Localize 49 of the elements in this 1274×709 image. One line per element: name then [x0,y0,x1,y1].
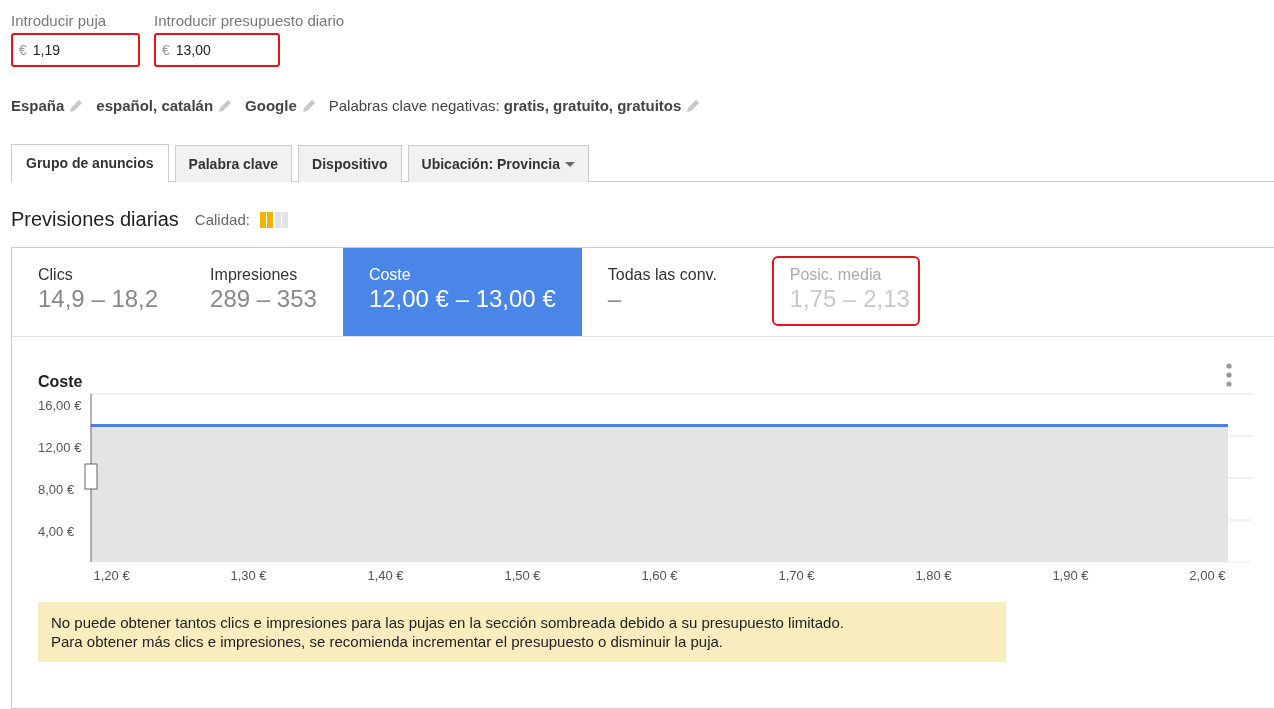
setting-text: español, catalán [96,97,214,114]
notice-text: No puede obtener tantos clics e impresiones para las pujas en la sección sombreada debido a su presupuesto limitado. [51,613,845,632]
metric-label: Clics [38,266,74,284]
field-label: Introducir presupuesto diario [154,12,345,29]
notice-text: Para obtener más clics e impresiones, se recomienda incrementar el presupuesto o disminuir la puja. [51,632,724,651]
y-tick-label: 16,00 € [38,398,82,413]
pencil-icon[interactable] [68,97,85,114]
metric-label: Posic. media [789,266,883,284]
x-tick-label: 1,50 € [504,568,541,583]
setting-text: Palabras clave negativas: gratis, gratuito, gratuitos [328,97,682,114]
metric-value: 289 – 353 [210,284,317,314]
tab[interactable]: Grupo de anuncios [11,144,169,182]
x-tick-label: 1,90 € [1052,568,1089,583]
x-tick-label: 1,30 € [230,568,267,583]
metric-value: 12,00 € – 13,00 € [368,284,556,314]
metric-label: Todas las conv. [607,266,718,284]
tab[interactable]: Dispositivo [298,145,402,182]
input-field[interactable]: € 13,00 [154,33,280,67]
metric-tab[interactable]: Coste 12,00 € – 13,00 € [342,248,582,336]
metric-tab[interactable]: Impresiones 289 – 353 [184,248,343,336]
pencil-icon[interactable] [217,97,234,114]
tab[interactable]: Ubicación: Provincia [407,145,590,182]
field-label: Introducir puja [11,12,108,29]
metric-value: – [607,284,622,314]
metric-tab[interactable]: Clics 14,9 – 18,2 [12,248,185,336]
metric-label: Impresiones [210,266,299,284]
x-tick-label: 1,70 € [778,568,815,583]
pencil-icon[interactable] [300,97,317,114]
section-title: Previsiones diarias [11,208,179,231]
metric-tab[interactable]: Todas las conv. – [581,248,764,336]
pencil-icon[interactable] [685,97,702,114]
quality-label: Calidad: [194,211,250,228]
x-tick-label: 1,40 € [367,568,404,583]
y-tick-label: 12,00 € [38,440,82,455]
x-tick-label: 1,20 € [93,568,130,583]
x-tick-label: 1,60 € [641,568,678,583]
y-tick-label: 4,00 € [38,524,75,539]
x-tick-label: 2,00 € [1189,568,1226,583]
y-tick-label: 8,00 € [38,482,75,497]
more-icon[interactable] [1226,363,1232,387]
chart-title: Coste [38,373,83,391]
metric-value: 14,9 – 18,2 [38,284,159,314]
slider-handle[interactable] [84,463,98,490]
tab[interactable]: Palabra clave [174,145,293,182]
setting-text: España [11,97,65,114]
metric-label: Coste [368,266,412,284]
setting-text: Google [245,97,297,114]
input-field[interactable]: € 1,19 [11,33,140,67]
x-tick-label: 1,80 € [915,568,952,583]
